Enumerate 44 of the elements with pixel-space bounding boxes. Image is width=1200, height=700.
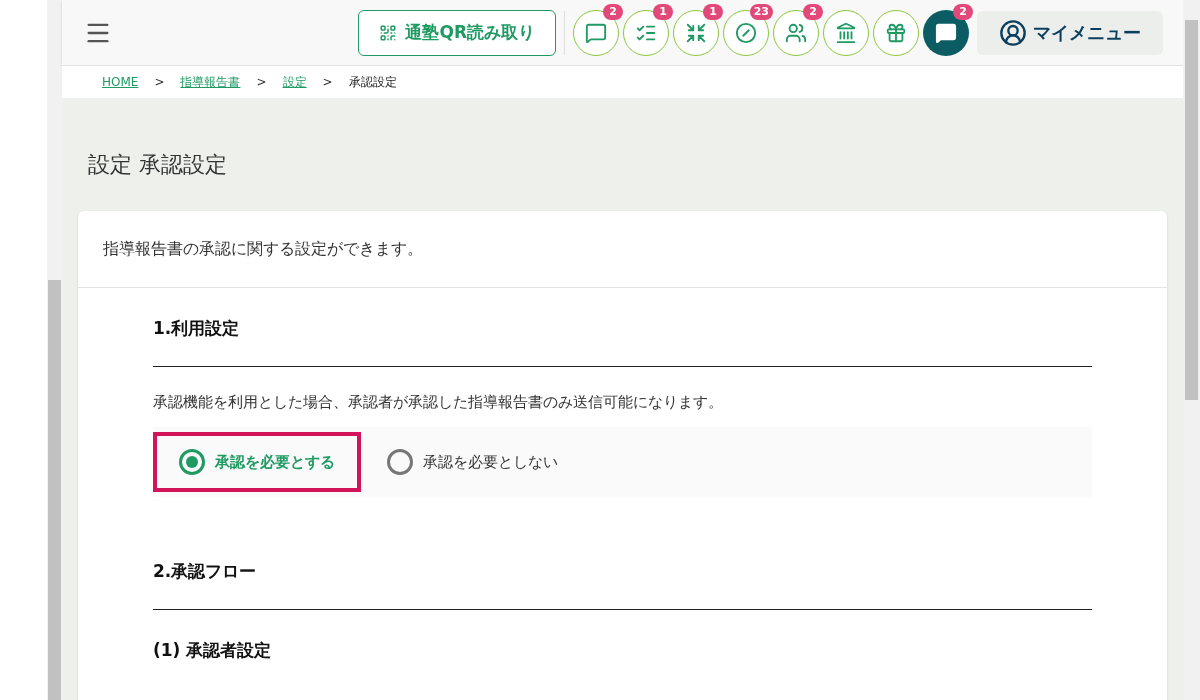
notification-badge: 2 — [953, 3, 973, 20]
my-menu-button[interactable]: マイメニュー — [977, 10, 1163, 55]
notification-badge: 2 — [803, 3, 823, 20]
speech-bubble-icon — [935, 21, 957, 44]
header-icon-button[interactable] — [873, 9, 919, 56]
header-icon-button[interactable] — [823, 9, 869, 56]
bank-icon — [835, 21, 857, 44]
notification-badge: 1 — [703, 3, 723, 20]
section-heading: 1.利用設定 — [153, 316, 1092, 367]
radio-option[interactable]: 承認を必要とする — [153, 432, 361, 492]
radio-button[interactable] — [387, 449, 413, 475]
radio-button[interactable] — [179, 449, 205, 475]
notification-badge: 2 — [603, 3, 623, 20]
qr-scan-button[interactable]: 通塾QR読み取り — [358, 9, 556, 56]
crossed-circle-icon — [735, 21, 757, 44]
notification-badge: 1 — [653, 3, 673, 20]
breadcrumb-link[interactable]: HOME — [102, 73, 139, 91]
left-scrollbar[interactable] — [47, 0, 62, 700]
notification-badge: 23 — [749, 3, 773, 20]
section-heading: 2.承認フロー — [153, 559, 1092, 610]
page-title: 設定 承認設定 — [87, 151, 228, 179]
radio-option[interactable]: 承認を必要としない — [361, 432, 584, 492]
breadcrumb-current: 承認設定 — [348, 74, 397, 91]
header-icon-button[interactable] — [623, 9, 669, 56]
breadcrumb-separator: > — [322, 74, 333, 91]
inward-arrows-icon — [685, 21, 707, 44]
header-icon-button[interactable] — [723, 9, 769, 56]
breadcrumb-separator: > — [154, 74, 165, 91]
breadcrumb-separator: > — [256, 74, 267, 91]
people-icon — [785, 21, 807, 44]
header-icon-button[interactable] — [573, 9, 619, 56]
right-scrollbar[interactable] — [1183, 0, 1200, 700]
section-note: 承認機能を利用とした場合、承認者が承認した指導報告書のみ送信可能になります。 — [153, 391, 724, 413]
card-description: 指導報告書の承認に関する設定ができます。 — [78, 211, 1167, 288]
breadcrumb-link[interactable]: 指導報告書 — [180, 73, 241, 91]
breadcrumb-link[interactable]: 設定 — [282, 73, 307, 91]
header-icon-button[interactable] — [923, 9, 969, 56]
gift-icon — [885, 21, 907, 44]
speech-bubble-icon — [585, 21, 607, 44]
header-icon-button[interactable] — [773, 9, 819, 56]
user-icon — [999, 18, 1027, 47]
subsection-heading: (1) 承認者設定 — [153, 638, 273, 662]
header-icon-button[interactable] — [673, 9, 719, 56]
qr-code-icon — [379, 23, 398, 42]
